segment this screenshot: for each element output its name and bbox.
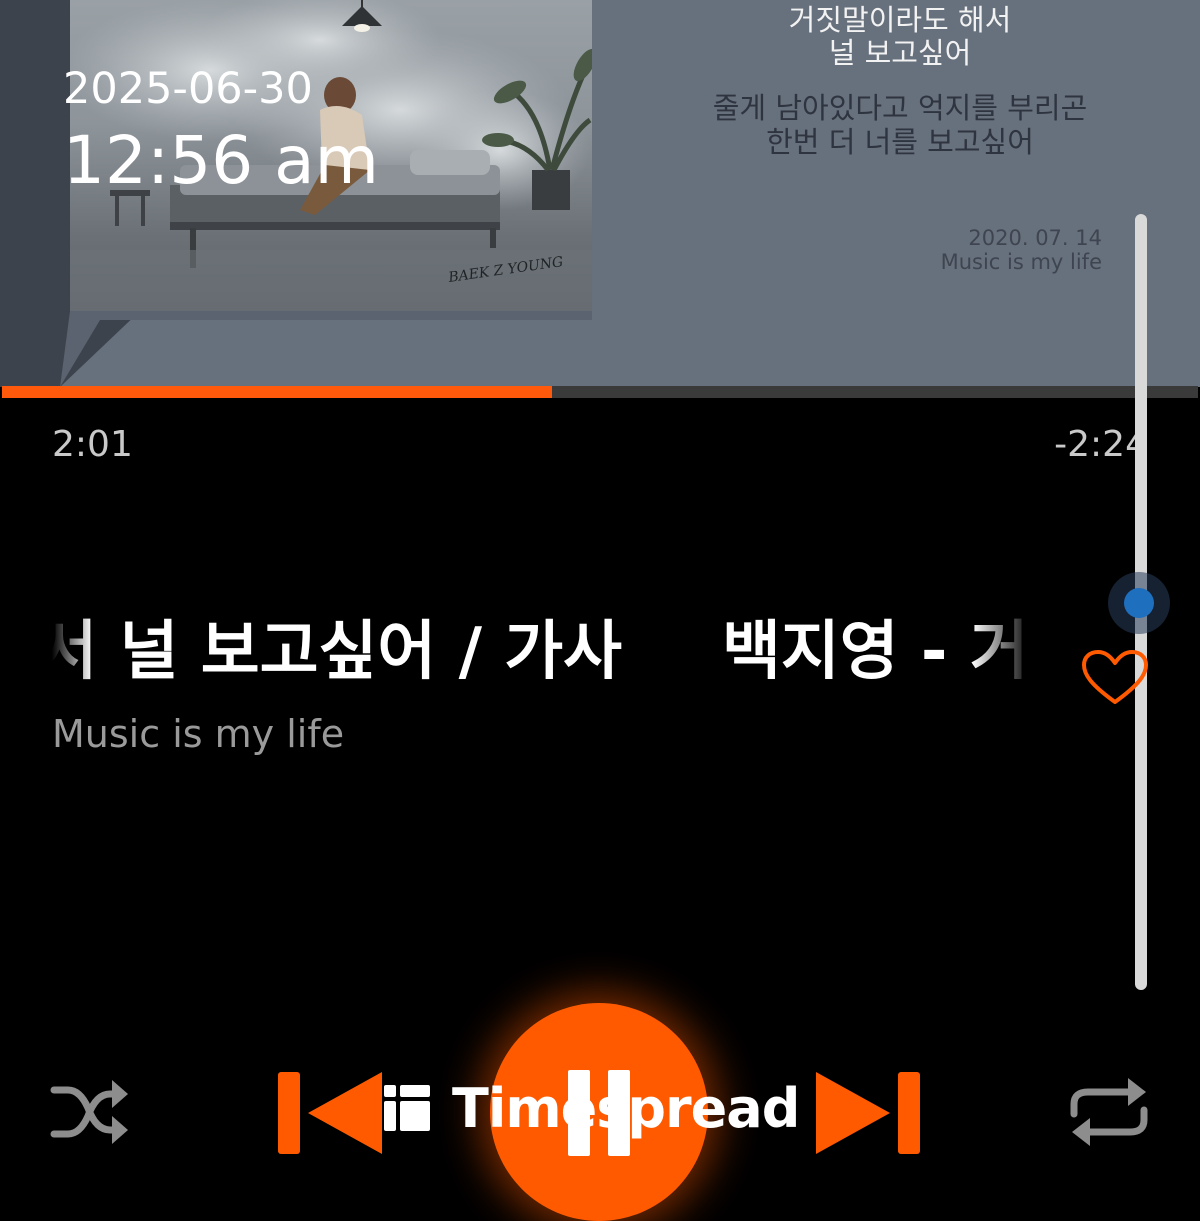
heart-icon[interactable] bbox=[1080, 648, 1150, 708]
watermark: Timespread bbox=[382, 1076, 800, 1140]
lyric-line-1: 거짓말이라도 해서 bbox=[788, 3, 1012, 37]
channel-name: Music is my life bbox=[940, 250, 1102, 274]
volume-knob[interactable] bbox=[1124, 588, 1154, 618]
track-title: 백지영 - 거짓말이라도 해서 널 보고싶어 / 가사 백지영 - 거 bbox=[52, 600, 1029, 680]
track-title-marquee: 백지영 - 거짓말이라도 해서 널 보고싶어 / 가사 백지영 - 거 bbox=[52, 600, 1032, 680]
track-title-repeat: 백지영 - 거 bbox=[722, 615, 1029, 680]
track-title-primary: 백지영 - 거짓말이라도 해서 널 보고싶어 / 가사 bbox=[52, 615, 622, 680]
remaining-time: -2:24 bbox=[1054, 424, 1148, 465]
lyric-line-2: 널 보고싶어 bbox=[828, 36, 972, 70]
progress-bar[interactable] bbox=[2, 386, 1198, 398]
watermark-text: Timespread bbox=[452, 1076, 800, 1140]
lyric-line-4: 한번 더 너를 보고싶어 bbox=[766, 125, 1034, 159]
overlay-time: 12:56 am bbox=[63, 122, 379, 199]
previous-icon[interactable] bbox=[276, 1070, 386, 1156]
shuffle-icon[interactable] bbox=[48, 1074, 132, 1150]
repeat-icon[interactable] bbox=[1066, 1074, 1152, 1150]
lyric-line-3: 줄게 남아있다고 억지를 부리곤 bbox=[712, 91, 1088, 125]
album-lyrics: 거짓말이라도 해서 널 보고싶어 줄게 남아있다고 억지를 부리곤 한번 더 너… bbox=[600, 0, 1200, 387]
elapsed-time: 2:01 bbox=[52, 424, 133, 465]
overlay-date: 2025-06-30 bbox=[63, 64, 313, 114]
progress-fill bbox=[2, 386, 553, 398]
release-date: 2020. 07. 14 bbox=[968, 226, 1102, 250]
next-icon[interactable] bbox=[812, 1070, 922, 1156]
track-artist: Music is my life bbox=[52, 712, 345, 756]
timespread-logo-icon bbox=[382, 1083, 432, 1133]
